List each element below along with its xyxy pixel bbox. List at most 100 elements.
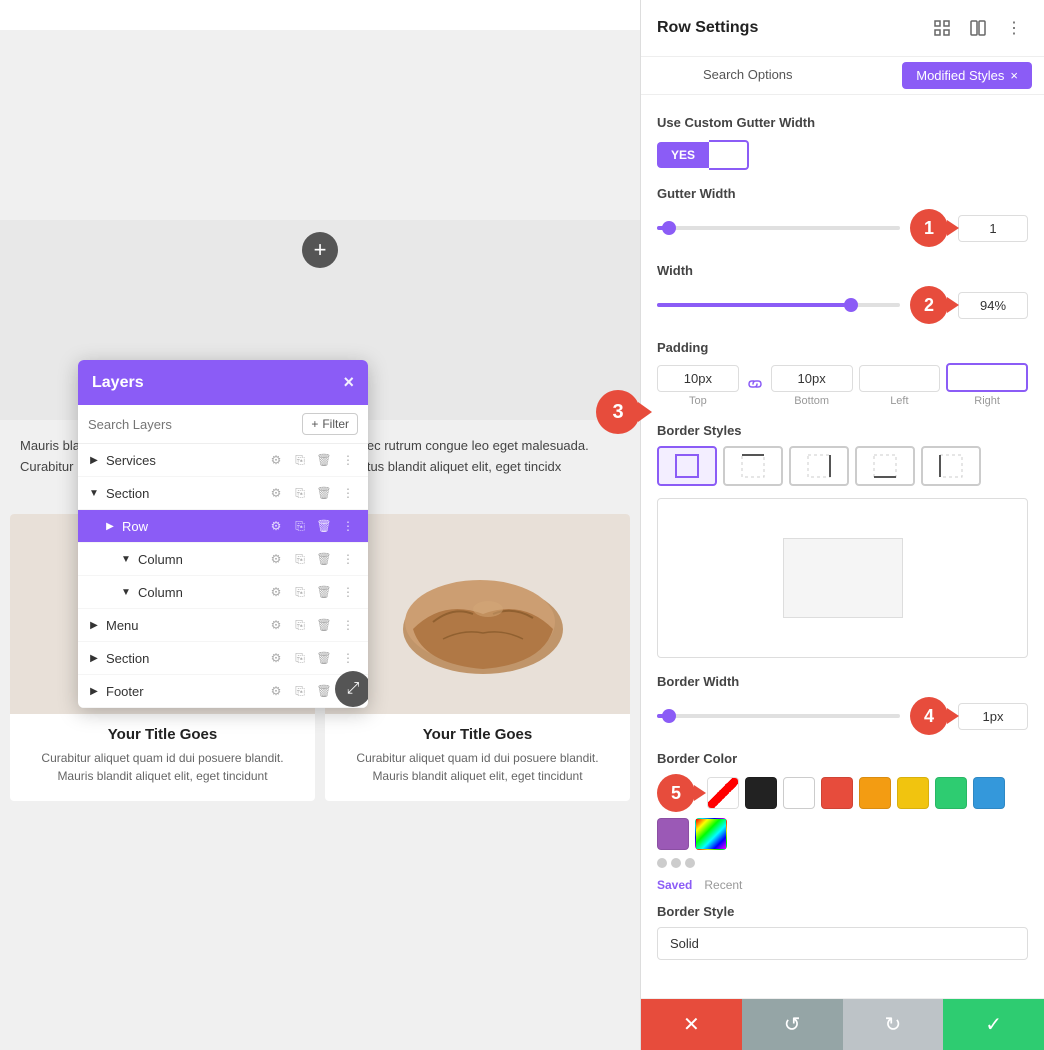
layer-delete-col1[interactable]: 🗑	[314, 549, 334, 569]
width-track[interactable]	[657, 303, 900, 307]
layer-item-column-2[interactable]: ▼ Column ⚙ ⎘ 🗑 ⋮	[78, 576, 368, 609]
toggle-yes-button[interactable]: YES	[657, 142, 709, 168]
layers-filter-button[interactable]: + Filter	[302, 413, 358, 435]
padding-left-input[interactable]	[859, 365, 941, 392]
color-swatch-green[interactable]	[935, 777, 967, 809]
layer-icons-row: ⚙ ⎘ 🗑 ⋮	[266, 516, 358, 536]
border-style-right[interactable]	[789, 446, 849, 486]
layer-more-menu[interactable]: ⋮	[338, 615, 358, 635]
layer-toggle-section: ▼	[88, 487, 100, 499]
color-swatch-white[interactable]	[783, 777, 815, 809]
tab-search-options[interactable]: Search Options	[641, 57, 855, 94]
cancel-button[interactable]: ✕	[641, 999, 742, 1050]
layers-search-input[interactable]	[88, 417, 296, 432]
layer-more-col1[interactable]: ⋮	[338, 549, 358, 569]
card-1-body: Curabitur aliquet quam id dui posuere bl…	[10, 749, 315, 785]
border-style-bottom[interactable]	[855, 446, 915, 486]
layer-delete-icon-2[interactable]: 🗑	[314, 483, 334, 503]
border-width-thumb[interactable]	[662, 709, 676, 723]
toggle-box[interactable]	[709, 140, 749, 170]
layer-gear-col2[interactable]: ⚙	[266, 582, 286, 602]
width-thumb[interactable]	[844, 298, 858, 312]
layer-more-icon[interactable]: ⋮	[338, 450, 358, 470]
layer-copy-sec2[interactable]: ⎘	[290, 648, 310, 668]
layer-delete-menu[interactable]: 🗑	[314, 615, 334, 635]
gutter-width-value[interactable]	[958, 215, 1028, 242]
border-style-left[interactable]	[921, 446, 981, 486]
layer-copy-col2[interactable]: ⎘	[290, 582, 310, 602]
color-swatch-rainbow[interactable]	[695, 818, 727, 850]
layer-copy-footer[interactable]: ⎘	[290, 681, 310, 701]
padding-bottom-input[interactable]	[771, 365, 853, 392]
more-options-icon[interactable]: ⋮	[1000, 14, 1028, 42]
border-style-all[interactable]	[657, 446, 717, 486]
color-swatch-transparent[interactable]	[707, 777, 739, 809]
layers-move-handle[interactable]: ⤢	[335, 671, 368, 707]
layer-more-col2[interactable]: ⋮	[338, 582, 358, 602]
padding-right-input[interactable]	[946, 363, 1028, 392]
width-slider-row: 2	[657, 286, 1028, 324]
layer-item-footer[interactable]: ▶ Footer ⚙ ⎘ 🗑 ⋮	[78, 675, 368, 708]
gutter-width-thumb[interactable]	[662, 221, 676, 235]
canvas-top	[0, 0, 640, 30]
custom-gutter-label: Use Custom Gutter Width	[657, 115, 1028, 130]
add-section-button[interactable]: +	[302, 232, 338, 268]
layer-item-services[interactable]: ▶ Services ⚙ ⎘ 🗑 ⋮	[78, 444, 368, 477]
layer-copy-icon-2[interactable]: ⎘	[290, 483, 310, 503]
layer-delete-icon[interactable]: 🗑	[314, 450, 334, 470]
layer-item-menu[interactable]: ▶ Menu ⚙ ⎘ 🗑 ⋮	[78, 609, 368, 642]
color-swatch-red[interactable]	[821, 777, 853, 809]
layer-more-icon-2[interactable]: ⋮	[338, 483, 358, 503]
layer-gear-icon[interactable]: ⚙	[266, 450, 286, 470]
layer-delete-col2[interactable]: 🗑	[314, 582, 334, 602]
layer-gear-icon-row[interactable]: ⚙	[266, 516, 286, 536]
layer-copy-icon-row[interactable]: ⎘	[290, 516, 310, 536]
border-width-track[interactable]	[657, 714, 900, 718]
border-width-value[interactable]	[958, 703, 1028, 730]
card-2: Your Title Goes Curabitur aliquet quam i…	[325, 514, 630, 801]
border-color-label: Border Color	[657, 751, 1028, 766]
layer-delete-footer[interactable]: 🗑	[314, 681, 334, 701]
border-style-select[interactable]: Solid Dashed Dotted Double None	[657, 927, 1028, 960]
layer-delete-sec2[interactable]: 🗑	[314, 648, 334, 668]
color-swatch-black[interactable]	[745, 777, 777, 809]
layer-delete-icon-row[interactable]: 🗑	[314, 516, 334, 536]
layer-copy-icon[interactable]: ⎘	[290, 450, 310, 470]
color-swatch-orange[interactable]	[859, 777, 891, 809]
color-swatch-blue[interactable]	[973, 777, 1005, 809]
border-style-top[interactable]	[723, 446, 783, 486]
layer-gear-menu[interactable]: ⚙	[266, 615, 286, 635]
saved-link[interactable]: Saved	[657, 878, 692, 892]
recent-link[interactable]: Recent	[704, 878, 742, 892]
layer-more-icon-row[interactable]: ⋮	[338, 516, 358, 536]
width-value[interactable]	[958, 292, 1028, 319]
layer-gear-footer[interactable]: ⚙	[266, 681, 286, 701]
color-swatch-yellow[interactable]	[897, 777, 929, 809]
reset-button[interactable]: ↺	[742, 999, 843, 1050]
gutter-width-track[interactable]	[657, 226, 900, 230]
modified-tab-close-icon[interactable]: ×	[1010, 68, 1018, 83]
layers-close-button[interactable]: ×	[343, 372, 354, 393]
layer-copy-menu[interactable]: ⎘	[290, 615, 310, 635]
tab-modified-styles[interactable]: Modified Styles ×	[902, 62, 1032, 89]
layer-gear-col1[interactable]: ⚙	[266, 549, 286, 569]
layer-item-row[interactable]: ▶ Row ⚙ ⎘ 🗑 ⋮	[78, 510, 368, 543]
layer-item-section[interactable]: ▼ Section ⚙ ⎘ 🗑 ⋮	[78, 477, 368, 510]
padding-top-input[interactable]	[657, 365, 739, 392]
confirm-button[interactable]: ✓	[943, 999, 1044, 1050]
layer-toggle-column-1: ▼	[120, 553, 132, 565]
layer-item-column-1[interactable]: ▼ Column ⚙ ⎘ 🗑 ⋮	[78, 543, 368, 576]
color-row: 5	[657, 774, 1028, 850]
color-swatch-purple[interactable]	[657, 818, 689, 850]
padding-link-icon[interactable]	[745, 375, 765, 407]
columns-icon[interactable]	[964, 14, 992, 42]
layer-gear-icon-2[interactable]: ⚙	[266, 483, 286, 503]
redo-button[interactable]: ↻	[843, 999, 944, 1050]
layer-gear-sec2[interactable]: ⚙	[266, 648, 286, 668]
layer-item-section-2[interactable]: ▶ Section ⚙ ⎘ 🗑 ⋮	[78, 642, 368, 675]
padding-right-field: Right	[946, 363, 1028, 407]
layer-copy-col1[interactable]: ⎘	[290, 549, 310, 569]
row-settings-tabs: Search Options Modified Styles ×	[641, 57, 1044, 95]
fullscreen-icon[interactable]	[928, 14, 956, 42]
layer-more-sec2[interactable]: ⋮	[338, 648, 358, 668]
